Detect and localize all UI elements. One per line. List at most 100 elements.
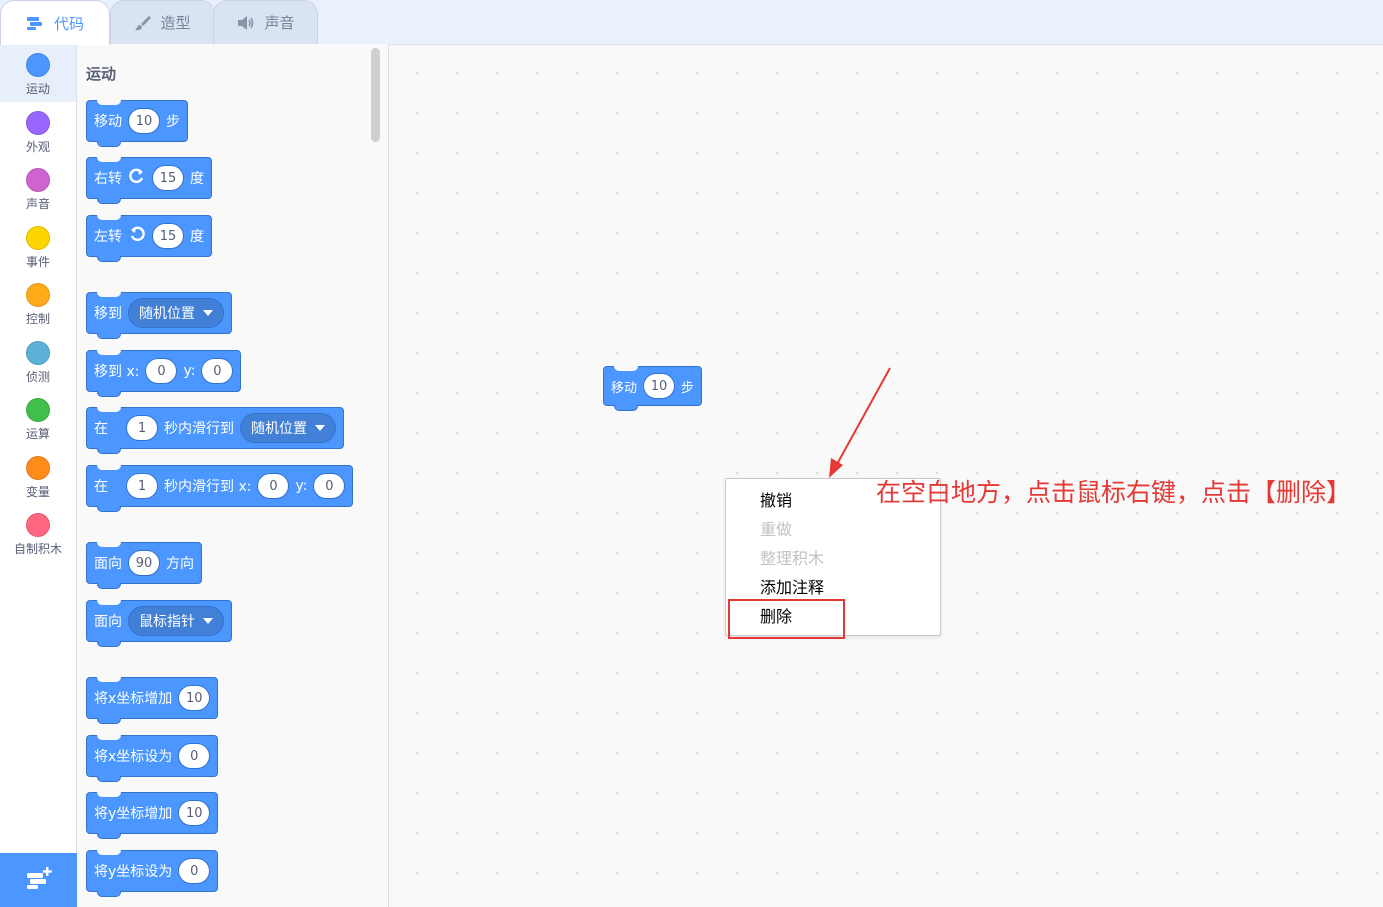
instruction-annotation: 在空白地方，点击鼠标右键，点击【删除】 — [876, 478, 1352, 507]
block-glide-xy[interactable]: 在 1 秒内滑行到 x: 0 y: 0 — [86, 465, 354, 512]
delete-highlight-box — [728, 599, 845, 639]
goto-target-dropdown[interactable]: 随机位置 — [128, 298, 224, 328]
tab-code-label: 代码 — [53, 14, 84, 33]
degrees-input[interactable]: 15 — [152, 223, 184, 249]
block-palette: 运动 移动 10 步 右转 15 度 左转 15 度 移到 随机位置 移到 x:… — [77, 44, 389, 907]
category-label: 自制积木 — [13, 542, 62, 556]
block-text: 在 — [94, 421, 108, 437]
category-my-blocks[interactable]: 自制积木 — [0, 504, 76, 562]
block-turn-left[interactable]: 左转 15 度 — [86, 215, 212, 262]
dropdown-value: 随机位置 — [139, 306, 195, 322]
block-point-towards[interactable]: 面向 鼠标指针 — [86, 600, 232, 647]
chevron-down-icon — [203, 618, 213, 624]
steps-input[interactable]: 10 — [128, 108, 160, 134]
category-menu: 运动 外观 声音 事件 控制 侦测 运算 变量 自制积木 — [0, 44, 77, 907]
menu-item-clean-up[interactable]: 整理积木 — [760, 545, 824, 569]
category-looks[interactable]: 外观 — [0, 102, 76, 160]
block-set-x[interactable]: 将x坐标设为 0 — [86, 735, 219, 782]
category-motion[interactable]: 运动 — [0, 44, 76, 102]
x-input[interactable]: 0 — [145, 358, 178, 384]
block-move-steps[interactable]: 移动 10 步 — [86, 100, 188, 147]
speaker-icon — [236, 15, 256, 31]
block-text: 秒内滑行到 — [164, 421, 234, 437]
secs-input[interactable]: 1 — [126, 415, 158, 441]
add-extension-icon — [25, 866, 53, 894]
category-label: 变量 — [25, 485, 50, 499]
secs-input[interactable]: 1 — [126, 473, 158, 499]
block-text: 右转 — [94, 171, 122, 187]
block-text: 将y坐标增加 — [94, 806, 173, 822]
direction-input[interactable]: 90 — [128, 550, 160, 576]
chevron-down-icon — [203, 310, 213, 316]
value-input[interactable]: 0 — [178, 743, 211, 769]
category-dot-icon — [26, 341, 50, 365]
block-text: 将x坐标增加 — [94, 691, 173, 707]
category-operators[interactable]: 运算 — [0, 389, 76, 447]
block-text: y: — [183, 363, 196, 379]
towards-target-dropdown[interactable]: 鼠标指针 — [128, 606, 224, 636]
tab-sounds-label: 声音 — [264, 14, 295, 32]
block-change-y[interactable]: 将y坐标增加 10 — [86, 792, 219, 839]
block-glide[interactable]: 在 1 秒内滑行到 随机位置 — [86, 407, 344, 454]
block-goto-xy[interactable]: 移到 x: 0 y: 0 — [86, 350, 242, 397]
category-dot-icon — [26, 53, 50, 77]
value-input[interactable]: 0 — [178, 858, 211, 884]
block-goto[interactable]: 移到 随机位置 — [86, 292, 232, 339]
editor-tab-bar: 代码 造型 声音 — [0, 0, 1383, 45]
block-text: 步 — [681, 380, 695, 396]
y-input[interactable]: 0 — [313, 473, 346, 499]
category-dot-icon — [26, 226, 50, 250]
block-text: 移动 — [611, 380, 638, 396]
block-text: 秒内滑行到 x: — [164, 479, 252, 495]
block-text: 左转 — [94, 229, 122, 245]
tab-sounds[interactable]: 声音 — [213, 0, 318, 44]
block-text: 将x坐标设为 — [94, 749, 173, 765]
block-text: 步 — [166, 114, 180, 130]
category-variables[interactable]: 变量 — [0, 447, 76, 505]
category-label: 运算 — [25, 427, 50, 441]
block-text: 移到 — [94, 306, 122, 322]
x-input[interactable]: 0 — [257, 473, 290, 499]
menu-item-undo[interactable]: 撤销 — [760, 487, 792, 511]
palette-section-title: 运动 — [86, 65, 117, 83]
block-text: 将y坐标设为 — [94, 864, 173, 880]
menu-item-redo[interactable]: 重做 — [760, 516, 792, 540]
rotate-clockwise-icon — [128, 167, 146, 189]
category-label: 事件 — [25, 255, 50, 269]
dropdown-value: 随机位置 — [251, 421, 307, 437]
block-change-x[interactable]: 将x坐标增加 10 — [86, 677, 219, 724]
category-dot-icon — [26, 283, 50, 307]
block-point-direction[interactable]: 面向 90 方向 — [86, 542, 202, 589]
add-extension-button[interactable] — [0, 853, 77, 907]
category-label: 运动 — [25, 82, 50, 96]
block-text: 移到 x: — [94, 364, 140, 380]
tab-costumes-label: 造型 — [160, 14, 191, 32]
category-dot-icon — [26, 111, 50, 135]
block-text: 度 — [190, 229, 204, 245]
category-events[interactable]: 事件 — [0, 217, 76, 275]
tab-code[interactable]: 代码 — [0, 0, 110, 45]
block-text: 方向 — [166, 556, 194, 572]
palette-scrollbar[interactable] — [371, 48, 380, 142]
block-turn-right[interactable]: 右转 15 度 — [86, 157, 212, 204]
category-label: 声音 — [25, 197, 50, 211]
category-label: 外观 — [25, 140, 50, 154]
block-text: 度 — [190, 171, 204, 187]
menu-item-add-comment[interactable]: 添加注释 — [760, 574, 824, 598]
glide-target-dropdown[interactable]: 随机位置 — [240, 413, 336, 443]
category-control[interactable]: 控制 — [0, 274, 76, 332]
value-input[interactable]: 10 — [178, 685, 211, 711]
steps-input[interactable]: 10 — [643, 373, 676, 399]
block-text: 面向 — [94, 556, 122, 572]
category-dot-icon — [26, 513, 50, 537]
code-icon — [26, 15, 46, 31]
category-sound[interactable]: 声音 — [0, 159, 76, 217]
block-set-y[interactable]: 将y坐标设为 0 — [86, 850, 219, 897]
chevron-down-icon — [315, 425, 325, 431]
value-input[interactable]: 10 — [178, 800, 211, 826]
y-input[interactable]: 0 — [201, 358, 234, 384]
workspace-block-move-steps[interactable]: 移动 10 步 — [603, 366, 703, 411]
category-sensing[interactable]: 侦测 — [0, 332, 76, 390]
tab-costumes[interactable]: 造型 — [110, 0, 215, 44]
degrees-input[interactable]: 15 — [152, 165, 184, 191]
